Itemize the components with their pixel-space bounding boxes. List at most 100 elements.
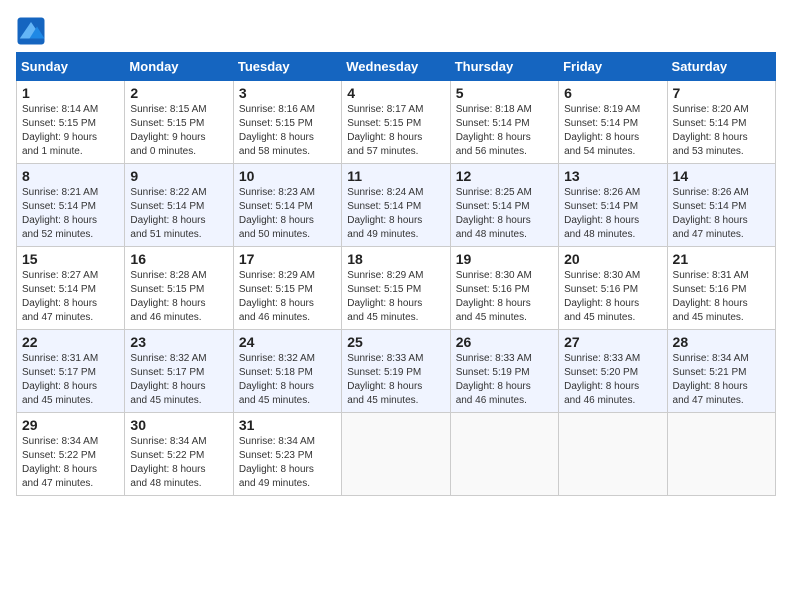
day-info: Sunrise: 8:32 AM Sunset: 5:17 PM Dayligh…: [130, 352, 227, 408]
calendar-day-cell: 16 Sunrise: 8:28 AM Sunset: 5:15 PM Dayli…: [125, 247, 233, 330]
day-number: 28: [673, 334, 770, 350]
calendar-day-cell: 8Sunrise: 8:21 AM Sunset: 5:14 PM Daylig…: [17, 164, 125, 247]
day-info: Sunrise: 8:33 AM Sunset: 5:19 PM Dayligh…: [456, 352, 553, 408]
day-number: 10: [239, 168, 336, 184]
calendar-body: 1 Sunrise: 8:14 AM Sunset: 5:15 PM Daylig…: [17, 81, 776, 496]
day-info: Sunrise: 8:18 AM Sunset: 5:14 PM Dayligh…: [456, 103, 553, 159]
weekday-header-cell: Tuesday: [233, 53, 341, 81]
calendar-day-cell: [450, 413, 558, 496]
weekday-header-cell: Sunday: [17, 53, 125, 81]
calendar-day-cell: 31Sunrise: 8:34 AM Sunset: 5:23 PM Dayli…: [233, 413, 341, 496]
calendar-day-cell: [667, 413, 775, 496]
calendar-day-cell: 18 Sunrise: 8:29 AM Sunset: 5:15 PM Dayli…: [342, 247, 450, 330]
calendar-day-cell: 12 Sunrise: 8:25 AM Sunset: 5:14 PM Dayli…: [450, 164, 558, 247]
calendar-day-cell: 19Sunrise: 8:30 AM Sunset: 5:16 PM Dayli…: [450, 247, 558, 330]
calendar-day-cell: 28 Sunrise: 8:34 AM Sunset: 5:21 PM Dayli…: [667, 330, 775, 413]
calendar-day-cell: 11 Sunrise: 8:24 AM Sunset: 5:14 PM Dayli…: [342, 164, 450, 247]
day-number: 1: [22, 85, 119, 101]
day-number: 15: [22, 251, 119, 267]
calendar-day-cell: 25Sunrise: 8:33 AM Sunset: 5:19 PM Dayli…: [342, 330, 450, 413]
calendar-day-cell: 21 Sunrise: 8:31 AM Sunset: 5:16 PM Dayli…: [667, 247, 775, 330]
day-number: 16: [130, 251, 227, 267]
day-number: 22: [22, 334, 119, 350]
calendar-day-cell: 6 Sunrise: 8:19 AM Sunset: 5:14 PM Daylig…: [559, 81, 667, 164]
day-info: Sunrise: 8:28 AM Sunset: 5:15 PM Dayligh…: [130, 269, 227, 325]
calendar-day-cell: 4 Sunrise: 8:17 AM Sunset: 5:15 PM Daylig…: [342, 81, 450, 164]
day-number: 9: [130, 168, 227, 184]
weekday-header-row: SundayMondayTuesdayWednesdayThursdayFrid…: [17, 53, 776, 81]
calendar-week-row: 22Sunrise: 8:31 AM Sunset: 5:17 PM Dayli…: [17, 330, 776, 413]
calendar-day-cell: 20 Sunrise: 8:30 AM Sunset: 5:16 PM Dayli…: [559, 247, 667, 330]
day-number: 24: [239, 334, 336, 350]
calendar-day-cell: 22Sunrise: 8:31 AM Sunset: 5:17 PM Dayli…: [17, 330, 125, 413]
day-info: Sunrise: 8:24 AM Sunset: 5:14 PM Dayligh…: [347, 186, 444, 242]
weekday-header-cell: Wednesday: [342, 53, 450, 81]
day-info: Sunrise: 8:33 AM Sunset: 5:20 PM Dayligh…: [564, 352, 661, 408]
day-number: 7: [673, 85, 770, 101]
calendar-day-cell: 7 Sunrise: 8:20 AM Sunset: 5:14 PM Daylig…: [667, 81, 775, 164]
day-info: Sunrise: 8:34 AM Sunset: 5:21 PM Dayligh…: [673, 352, 770, 408]
day-number: 4: [347, 85, 444, 101]
weekday-header-cell: Friday: [559, 53, 667, 81]
day-info: Sunrise: 8:34 AM Sunset: 5:22 PM Dayligh…: [22, 435, 119, 491]
day-number: 17: [239, 251, 336, 267]
page-header: [16, 16, 776, 46]
day-info: Sunrise: 8:17 AM Sunset: 5:15 PM Dayligh…: [347, 103, 444, 159]
calendar-day-cell: 15Sunrise: 8:27 AM Sunset: 5:14 PM Dayli…: [17, 247, 125, 330]
day-info: Sunrise: 8:26 AM Sunset: 5:14 PM Dayligh…: [564, 186, 661, 242]
day-number: 11: [347, 168, 444, 184]
weekday-header-cell: Saturday: [667, 53, 775, 81]
day-info: Sunrise: 8:25 AM Sunset: 5:14 PM Dayligh…: [456, 186, 553, 242]
logo-icon: [16, 16, 46, 46]
calendar-day-cell: 9 Sunrise: 8:22 AM Sunset: 5:14 PM Daylig…: [125, 164, 233, 247]
day-info: Sunrise: 8:16 AM Sunset: 5:15 PM Dayligh…: [239, 103, 336, 159]
calendar-day-cell: 3 Sunrise: 8:16 AM Sunset: 5:15 PM Daylig…: [233, 81, 341, 164]
day-number: 23: [130, 334, 227, 350]
calendar-day-cell: 14 Sunrise: 8:26 AM Sunset: 5:14 PM Dayli…: [667, 164, 775, 247]
day-info: Sunrise: 8:20 AM Sunset: 5:14 PM Dayligh…: [673, 103, 770, 159]
day-info: Sunrise: 8:23 AM Sunset: 5:14 PM Dayligh…: [239, 186, 336, 242]
day-info: Sunrise: 8:19 AM Sunset: 5:14 PM Dayligh…: [564, 103, 661, 159]
day-number: 21: [673, 251, 770, 267]
calendar-day-cell: [559, 413, 667, 496]
day-info: Sunrise: 8:22 AM Sunset: 5:14 PM Dayligh…: [130, 186, 227, 242]
calendar-day-cell: 23 Sunrise: 8:32 AM Sunset: 5:17 PM Dayli…: [125, 330, 233, 413]
calendar-day-cell: 1 Sunrise: 8:14 AM Sunset: 5:15 PM Daylig…: [17, 81, 125, 164]
day-info: Sunrise: 8:34 AM Sunset: 5:23 PM Dayligh…: [239, 435, 336, 491]
day-number: 29: [22, 417, 119, 433]
day-number: 3: [239, 85, 336, 101]
calendar-day-cell: 17 Sunrise: 8:29 AM Sunset: 5:15 PM Dayli…: [233, 247, 341, 330]
calendar-week-row: 8Sunrise: 8:21 AM Sunset: 5:14 PM Daylig…: [17, 164, 776, 247]
calendar-day-cell: 30Sunrise: 8:34 AM Sunset: 5:22 PM Dayli…: [125, 413, 233, 496]
day-number: 8: [22, 168, 119, 184]
calendar-day-cell: [342, 413, 450, 496]
day-info: Sunrise: 8:26 AM Sunset: 5:14 PM Dayligh…: [673, 186, 770, 242]
calendar-day-cell: 29 Sunrise: 8:34 AM Sunset: 5:22 PM Dayli…: [17, 413, 125, 496]
calendar-day-cell: 2Sunrise: 8:15 AM Sunset: 5:15 PM Daylig…: [125, 81, 233, 164]
calendar-week-row: 29 Sunrise: 8:34 AM Sunset: 5:22 PM Dayli…: [17, 413, 776, 496]
calendar-week-row: 15Sunrise: 8:27 AM Sunset: 5:14 PM Dayli…: [17, 247, 776, 330]
day-info: Sunrise: 8:30 AM Sunset: 5:16 PM Dayligh…: [564, 269, 661, 325]
day-number: 13: [564, 168, 661, 184]
day-number: 27: [564, 334, 661, 350]
day-number: 2: [130, 85, 227, 101]
day-number: 14: [673, 168, 770, 184]
day-info: Sunrise: 8:31 AM Sunset: 5:16 PM Dayligh…: [673, 269, 770, 325]
day-number: 18: [347, 251, 444, 267]
day-info: Sunrise: 8:30 AM Sunset: 5:16 PM Dayligh…: [456, 269, 553, 325]
day-info: Sunrise: 8:32 AM Sunset: 5:18 PM Dayligh…: [239, 352, 336, 408]
day-number: 30: [130, 417, 227, 433]
day-number: 12: [456, 168, 553, 184]
day-info: Sunrise: 8:14 AM Sunset: 5:15 PM Dayligh…: [22, 103, 119, 159]
day-number: 25: [347, 334, 444, 350]
day-number: 20: [564, 251, 661, 267]
calendar-day-cell: 26 Sunrise: 8:33 AM Sunset: 5:19 PM Dayli…: [450, 330, 558, 413]
calendar-week-row: 1 Sunrise: 8:14 AM Sunset: 5:15 PM Daylig…: [17, 81, 776, 164]
weekday-header-cell: Thursday: [450, 53, 558, 81]
day-info: Sunrise: 8:29 AM Sunset: 5:15 PM Dayligh…: [239, 269, 336, 325]
day-number: 26: [456, 334, 553, 350]
day-number: 6: [564, 85, 661, 101]
day-info: Sunrise: 8:29 AM Sunset: 5:15 PM Dayligh…: [347, 269, 444, 325]
logo: [16, 16, 50, 46]
calendar-day-cell: 27 Sunrise: 8:33 AM Sunset: 5:20 PM Dayli…: [559, 330, 667, 413]
